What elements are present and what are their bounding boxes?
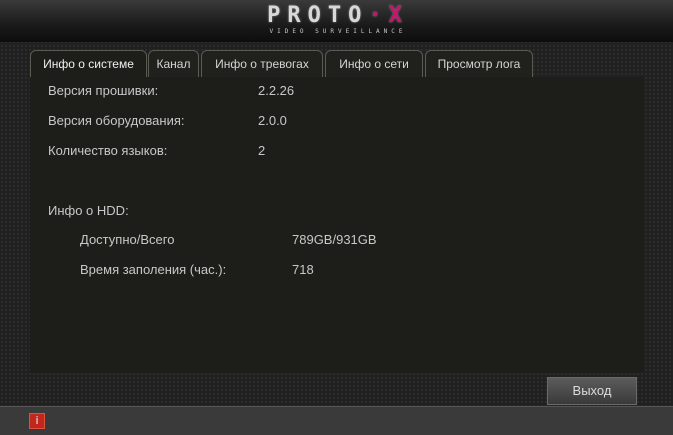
hdd-fill-time-label: Время заполения (час.): xyxy=(80,262,227,277)
hdd-fill-time-value: 718 xyxy=(292,262,314,277)
hardware-version-value: 2.0.0 xyxy=(258,113,287,128)
tab-log-view[interactable]: Просмотр лога xyxy=(425,50,533,77)
tab-alarm-info[interactable]: Инфо о тревогах xyxy=(201,50,323,77)
brand-logo: PROTO·X VIDEO SURVEILLANCE xyxy=(238,4,438,38)
firmware-version-value: 2.2.26 xyxy=(258,83,295,98)
hardware-version-label: Версия оборудования: xyxy=(48,113,185,128)
tab-system-info[interactable]: Инфо о системе xyxy=(30,50,147,77)
hdd-capacity-value: 789GB/931GB xyxy=(292,232,377,247)
language-count-label: Количество языков: xyxy=(48,143,168,158)
status-bar xyxy=(0,406,673,435)
tab-channel[interactable]: Канал xyxy=(148,50,199,77)
hdd-capacity-label: Доступно/Всего xyxy=(80,232,175,247)
language-count-value: 2 xyxy=(258,143,266,158)
firmware-version-label: Версия прошивки: xyxy=(48,83,159,98)
exit-button[interactable]: Выход xyxy=(547,377,637,405)
logo-brand: PROTO xyxy=(267,3,369,28)
logo-x-mark: ·X xyxy=(368,3,409,28)
hdd-info-heading: Инфо о HDD: xyxy=(48,203,129,218)
info-icon[interactable]: i xyxy=(29,413,45,429)
tab-network-info[interactable]: Инфо о сети xyxy=(325,50,423,77)
header-bar: PROTO·X VIDEO SURVEILLANCE xyxy=(0,0,673,42)
logo-tagline: VIDEO SURVEILLANCE xyxy=(269,28,407,35)
